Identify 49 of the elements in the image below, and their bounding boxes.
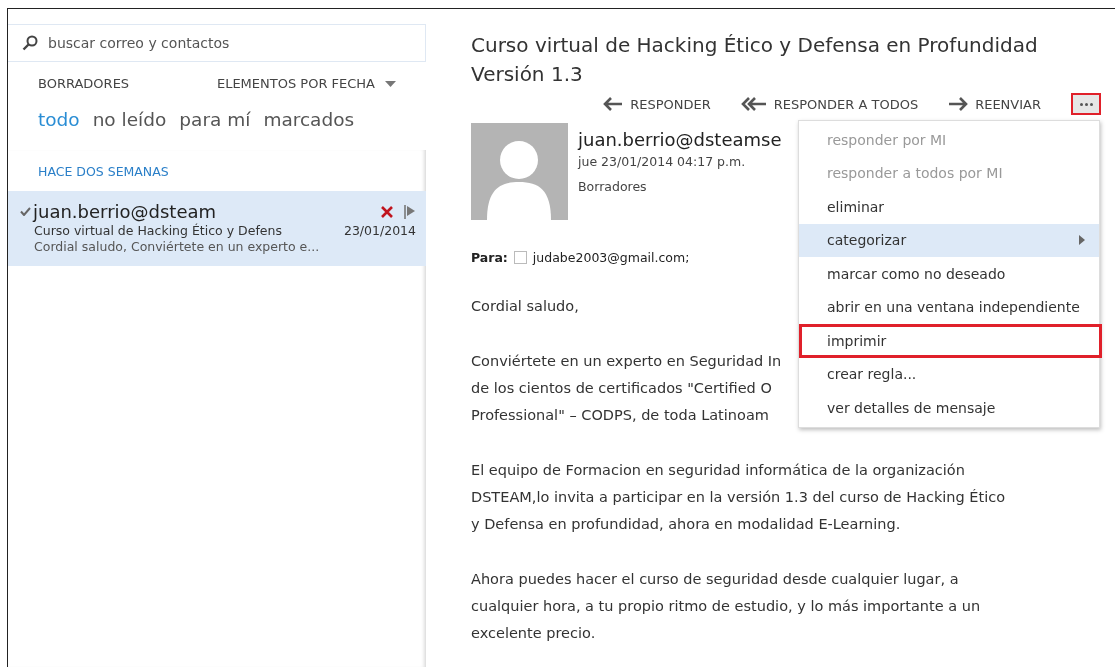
filter-tab[interactable]: marcados bbox=[263, 109, 355, 130]
body-text: El equipo de Formacion en seguridad informática de la organización bbox=[471, 461, 965, 480]
folder-title: BORRADORES bbox=[38, 76, 130, 91]
action-button[interactable]: REENVIAR bbox=[948, 96, 1041, 112]
checkbox[interactable] bbox=[513, 251, 527, 264]
body-text: y Defensa en profundidad, ahora en modalidad E-Learning. bbox=[471, 515, 901, 534]
left-arrow-icon bbox=[603, 97, 624, 111]
message-item[interactable]: juan.berrio@dsteam Curso virtual de Hacking Ético y Defens 23/01/2014 Cordial saludo, Conviértete en un experto e... bbox=[8, 191, 426, 266]
menu-item[interactable]: crear regla... bbox=[799, 357, 1099, 391]
body-text: Ahora puedes hacer el curso de seguridad desde cualquier lugar, a bbox=[471, 570, 959, 589]
menu-item[interactable]: ver detalles de mensaje bbox=[799, 391, 1099, 425]
sender-name: juan.berrio@dsteam bbox=[33, 201, 218, 222]
sort-dropdown[interactable]: ELEMENTOS POR FECHA bbox=[216, 76, 396, 91]
body-text: DSTEAM,lo invita a participar en la versión 1.3 del curso de Hacking Ético bbox=[471, 488, 1006, 507]
sent-datetime: jue 23/01/2014 04:17 p.m. bbox=[578, 154, 747, 169]
body-text: cualquier hora, a tu propio ritmo de estudio, y lo más importante a un bbox=[471, 597, 981, 616]
search-icon bbox=[22, 35, 38, 51]
menu-item[interactable]: categorizar bbox=[799, 223, 1099, 257]
action-button[interactable]: RESPONDER A TODOS bbox=[740, 96, 919, 112]
flag-icon[interactable] bbox=[404, 204, 416, 219]
menu-item[interactable]: marcar como no deseado bbox=[799, 257, 1099, 291]
to-label: Para: bbox=[471, 250, 508, 265]
double-left-arrow-icon bbox=[740, 97, 767, 111]
caret-icon bbox=[385, 80, 396, 87]
body-text: Cordial saludo, bbox=[471, 297, 579, 316]
filter-tab[interactable]: no leído bbox=[92, 109, 167, 130]
delete-icon[interactable] bbox=[380, 204, 394, 219]
search-field[interactable]: buscar correo y contactos bbox=[8, 24, 426, 62]
menu-item[interactable]: eliminar bbox=[799, 190, 1099, 224]
avatar-icon bbox=[471, 123, 568, 220]
right-arrow-icon bbox=[948, 97, 969, 111]
folder-label: Borradores bbox=[578, 179, 648, 194]
action-button[interactable]: RESPONDER bbox=[603, 96, 711, 112]
recipient: judabe2003@gmail.com; bbox=[532, 250, 690, 265]
body-text: excelente precio. bbox=[471, 624, 596, 643]
message-preview: Cordial saludo, Conviértete en un experto e... bbox=[33, 239, 321, 254]
body-text: de los cientos de certificados "Certified O bbox=[471, 379, 772, 398]
body-text: Conviértete en un experto en Seguridad In bbox=[471, 352, 782, 371]
filter-tab[interactable]: todo bbox=[38, 109, 80, 130]
sender-address: juan.berrio@dsteamse bbox=[578, 129, 782, 150]
menu-item[interactable]: abrir en una ventana independiente bbox=[799, 290, 1099, 324]
more-button[interactable] bbox=[1071, 93, 1101, 115]
message-subject: Curso virtual de Hacking Ético y Defens bbox=[34, 223, 282, 238]
message-title: Curso virtual de Hacking Ético y Defensa en Profundidad Versión 1.3 bbox=[471, 32, 1039, 88]
message-date: 23/01/2014 bbox=[343, 223, 416, 238]
filter-tab[interactable]: para mí bbox=[179, 109, 251, 130]
body-text: Professional" – CODPS, de toda Latinoam bbox=[471, 406, 769, 425]
menu-item[interactable]: imprimir bbox=[799, 324, 1102, 358]
group-header: HACE DOS SEMANAS bbox=[37, 163, 170, 181]
